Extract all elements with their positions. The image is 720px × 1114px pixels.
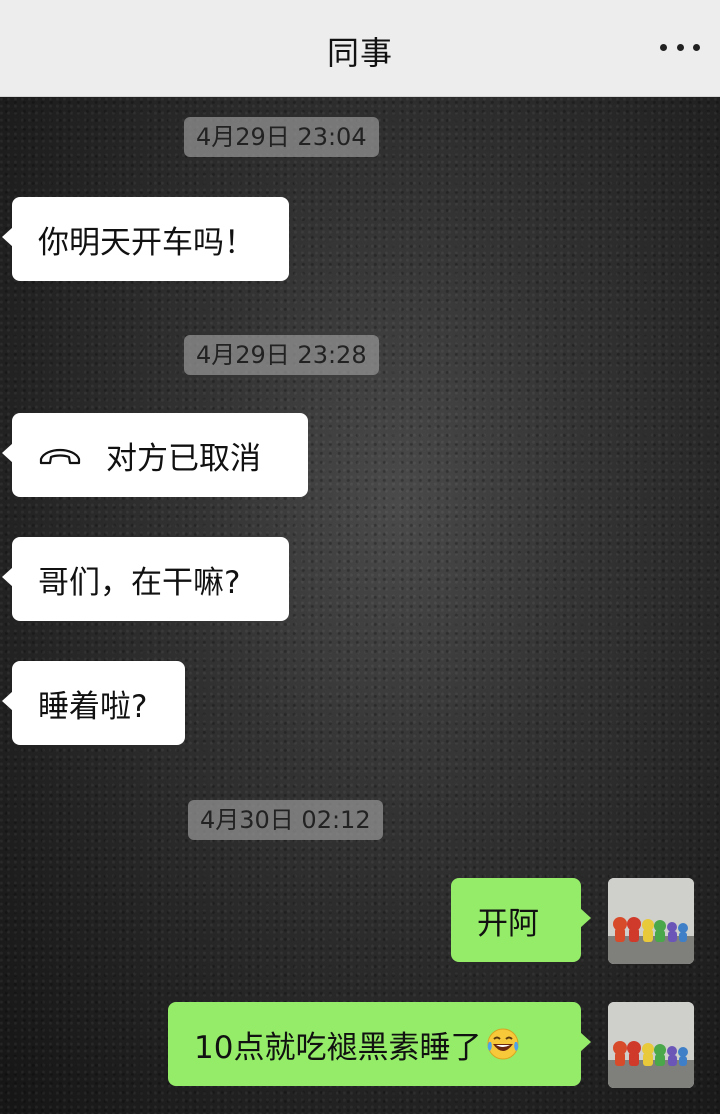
message-text: 10点就吃褪黑素睡了 [194,1029,482,1066]
chat-area[interactable]: 4月29日 23:04 你明天开车吗！ 4月29日 23:28 对方已取消 哥们… [0,97,720,1114]
avatar-image [608,878,694,964]
phone-hangup-icon [39,448,81,465]
timestamp: 4月30日 02:12 [188,800,383,840]
message-incoming[interactable]: 哥们，在干嘛? [2,537,289,621]
avatar[interactable] [608,878,694,964]
avatar[interactable] [608,1002,694,1088]
nav-bar: 同事 [0,0,720,97]
message-text: 开阿 [477,905,539,942]
more-icon[interactable] [660,32,700,62]
avatar-image [608,1002,694,1088]
laughing-tears-emoji [487,1028,519,1060]
message-text: 睡着啦? [38,688,148,725]
message-incoming[interactable]: 你明天开车吗！ [2,197,289,281]
call-cancelled-message[interactable]: 对方已取消 [2,413,308,497]
message-text: 哥们，在干嘛? [38,564,241,601]
message-outgoing[interactable]: 10点就吃褪黑素睡了 [168,1002,591,1086]
call-status-text: 对方已取消 [106,440,261,477]
chat-title: 同事 [326,34,393,72]
timestamp: 4月29日 23:04 [184,117,379,157]
message-text: 你明天开车吗！ [38,224,255,261]
timestamp: 4月29日 23:28 [184,335,379,375]
message-outgoing[interactable]: 开阿 [451,878,591,962]
message-incoming[interactable]: 睡着啦? [2,661,185,745]
